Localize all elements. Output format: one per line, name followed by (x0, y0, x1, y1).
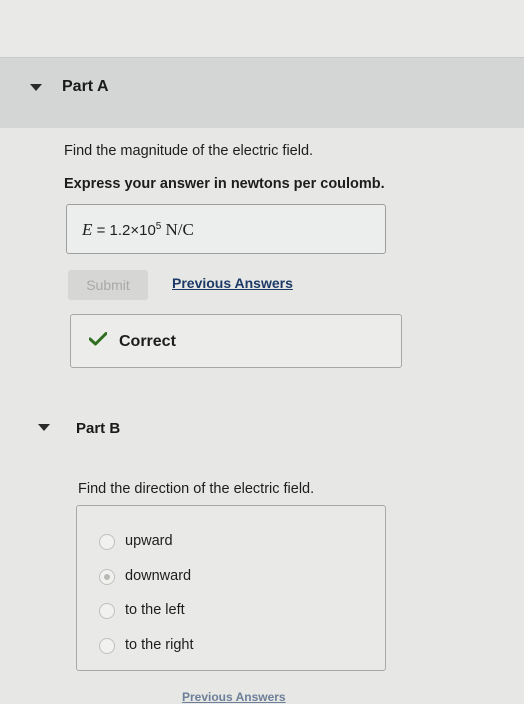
radio-button[interactable] (99, 603, 115, 619)
answer-equals: = (96, 222, 106, 239)
previous-answers-link[interactable]: Previous Answers (172, 275, 293, 291)
answer-exponent: 5 (155, 221, 162, 232)
checkmark-icon (89, 332, 107, 346)
answer-mantissa: 1.2×10 (109, 222, 156, 239)
option-label: upward (125, 533, 173, 549)
option-left[interactable]: to the left (77, 599, 377, 623)
feedback-text: Correct (119, 333, 176, 350)
top-band (0, 0, 524, 58)
part-a-title: Part A (62, 78, 109, 95)
radio-button-selected[interactable] (99, 569, 115, 585)
previous-answers-link-b[interactable]: Previous Answers (182, 690, 286, 704)
option-label: to the right (125, 637, 194, 653)
option-downward[interactable]: downward (77, 565, 377, 589)
feedback-box: Correct (70, 314, 402, 368)
part-a-question: Find the magnitude of the electric field… (64, 143, 314, 159)
option-label: downward (125, 568, 192, 584)
part-b-question: Find the direction of the electric field… (78, 481, 315, 497)
radio-button[interactable] (99, 638, 115, 654)
answer-field[interactable]: E = 1.2×105 N/C (66, 204, 386, 254)
option-label: to the left (125, 602, 185, 618)
caret-down-icon[interactable] (38, 424, 50, 431)
part-a-header[interactable]: Part A (0, 58, 524, 128)
option-upward[interactable]: upward (77, 530, 377, 554)
part-a-instruction: Express your answer in newtons per coulo… (64, 176, 385, 192)
answer-options: upward downward to the left to the right (76, 505, 386, 671)
part-b-title[interactable]: Part B (76, 420, 120, 437)
option-right[interactable]: to the right (77, 634, 377, 658)
radio-button[interactable] (99, 534, 115, 550)
submit-button[interactable]: Submit (68, 270, 148, 300)
answer-unit: N/C (165, 220, 194, 239)
answer-variable: E (82, 220, 93, 239)
answer-value: E = 1.2×105 N/C (82, 220, 194, 240)
caret-down-icon[interactable] (30, 84, 42, 91)
